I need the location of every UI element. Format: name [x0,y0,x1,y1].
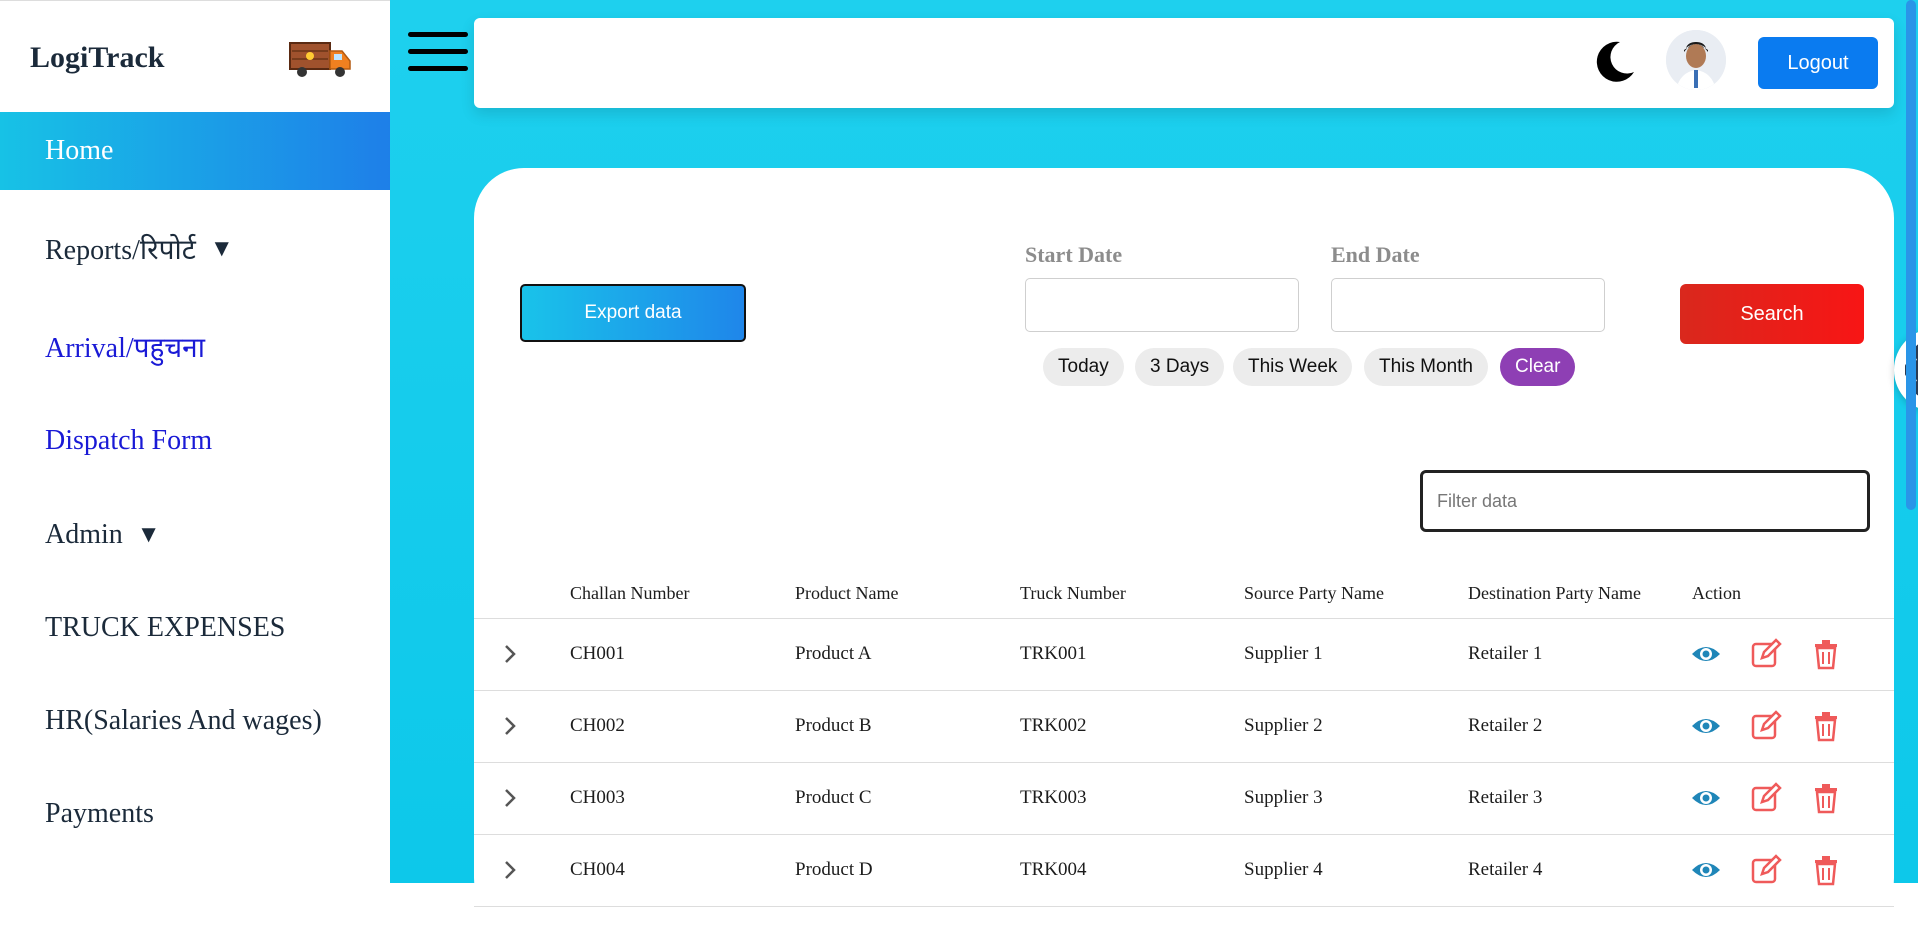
caret-down-icon: ▼ [209,235,234,262]
eye-icon[interactable] [1690,782,1722,814]
end-date-label: End Date [1331,242,1420,267]
edit-icon[interactable] [1750,854,1782,886]
cell-source-party: Supplier 3 [1244,787,1323,808]
sidebar-item-admin[interactable]: Admin ▼ [0,496,390,574]
sidebar-item-label: Reports/रिपोर्ट [45,235,196,266]
main-area: Logout Export data Start Date End Date S… [390,0,1918,928]
chip-today[interactable]: Today [1043,348,1124,386]
avatar[interactable] [1666,30,1726,90]
edit-icon[interactable] [1750,638,1782,670]
cell-destination-party: Retailer 3 [1468,787,1543,808]
sidebar-item-home[interactable]: Home [0,112,390,190]
sidebar-item-label: Dispatch Form [45,425,213,456]
sidebar-item-label: Payments [45,798,154,829]
eye-icon[interactable] [1690,638,1722,670]
table-row: CH003 Product C TRK003 Supplier 3 Retail… [474,762,1894,835]
sidebar-item-label: Admin [45,519,123,550]
column-header: Action [1692,583,1741,603]
chip-3-days[interactable]: 3 Days [1135,348,1225,386]
cell-product-name: Product A [795,643,872,664]
caret-down-icon: ▼ [136,521,161,548]
sidebar-item-arrival[interactable]: Arrival/पहुचना [0,308,390,386]
sidebar-item-label: Home [45,135,114,166]
cell-source-party: Supplier 1 [1244,643,1323,664]
cell-truck-number: TRK001 [1020,643,1087,664]
trash-icon[interactable] [1810,638,1842,670]
chevron-right-icon[interactable] [498,858,522,882]
cell-source-party: Supplier 2 [1244,715,1323,736]
chip-this-week[interactable]: This Week [1233,348,1353,386]
column-header[interactable]: Source Party Name [1244,568,1384,618]
truck-logo-icon [289,42,351,77]
filter-input[interactable] [1420,470,1870,532]
sidebar-item-label: Arrival/पहुचना [45,333,205,364]
sidebar-item-label: TRUCK EXPENSES [45,612,286,643]
cell-challan-number: CH004 [570,859,625,880]
sidebar-item-dispatch-form[interactable]: Dispatch Form [0,402,390,480]
moon-icon[interactable] [1590,38,1638,86]
trash-icon[interactable] [1810,854,1842,886]
top-bar: Logout [474,18,1894,108]
table-row: CH001 Product A TRK001 Supplier 1 Retail… [474,618,1894,691]
trash-icon[interactable] [1810,710,1842,742]
table-row: CH004 Product D TRK004 Supplier 4 Retail… [474,834,1894,907]
eye-icon[interactable] [1690,854,1722,886]
start-date-label: Start Date [1025,242,1123,267]
column-header[interactable]: Destination Party Name [1468,568,1641,618]
content-card: Export data Start Date End Date Search T… [474,168,1918,928]
trash-icon[interactable] [1810,782,1842,814]
chevron-right-icon[interactable] [498,786,522,810]
cell-challan-number: CH002 [570,715,625,736]
sidebar: LogiTrack Home Reports/रिपोर्ट ▼ Arrival… [0,0,390,884]
edit-icon[interactable] [1750,782,1782,814]
sidebar-item-payments[interactable]: Payments [0,775,390,853]
chip-clear[interactable]: Clear [1500,348,1576,386]
cell-product-name: Product C [795,787,872,808]
scrollbar[interactable] [1906,0,1916,510]
column-header[interactable]: Truck Number [1020,568,1126,618]
eye-icon[interactable] [1690,710,1722,742]
export-data-button[interactable]: Export data [520,284,746,342]
table-row: CH002 Product B TRK002 Supplier 2 Retail… [474,690,1894,763]
chevron-right-icon[interactable] [498,642,522,666]
menu-icon[interactable] [408,32,468,76]
table-header: Challan Number Product Name Truck Number… [474,568,1894,619]
brand-title: LogiTrack [30,41,165,74]
cell-challan-number: CH003 [570,787,625,808]
cell-truck-number: TRK002 [1020,715,1087,736]
user-avatar-icon [1666,30,1726,90]
chip-this-month[interactable]: This Month [1364,348,1488,386]
cell-challan-number: CH001 [570,643,625,664]
cell-product-name: Product B [795,715,872,736]
cell-truck-number: TRK003 [1020,787,1087,808]
sidebar-item-label: HR(Salaries And wages) [45,705,322,736]
logout-button[interactable]: Logout [1758,37,1878,89]
sidebar-item-reports[interactable]: Reports/रिपोर्ट ▼ [0,210,390,288]
cell-truck-number: TRK004 [1020,859,1087,880]
sidebar-item-truck-expenses[interactable]: TRUCK EXPENSES [0,589,390,667]
end-date-input[interactable] [1331,278,1605,332]
cell-destination-party: Retailer 4 [1468,859,1543,880]
cell-destination-party: Retailer 2 [1468,715,1543,736]
column-header[interactable]: Challan Number [570,568,689,618]
cell-source-party: Supplier 4 [1244,859,1323,880]
start-date-input[interactable] [1025,278,1299,332]
edit-icon[interactable] [1750,710,1782,742]
sidebar-item-hr[interactable]: HR(Salaries And wages) [0,682,390,760]
search-button[interactable]: Search [1680,284,1864,344]
column-header[interactable]: Product Name [795,568,898,618]
chevron-right-icon[interactable] [498,714,522,738]
cell-destination-party: Retailer 1 [1468,643,1543,664]
cell-product-name: Product D [795,859,873,880]
